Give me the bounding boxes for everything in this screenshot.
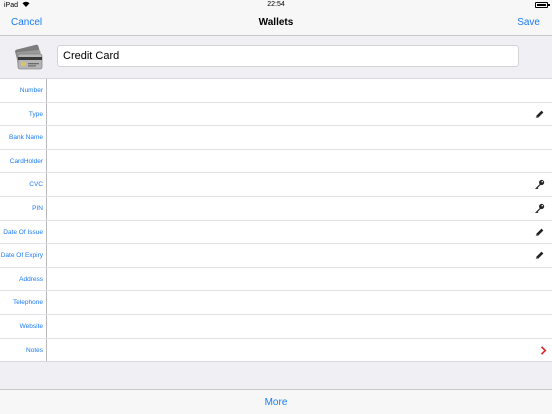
telephone-label: Telephone (13, 299, 43, 307)
bottom-toolbar: More (0, 389, 552, 414)
notes-label: Notes (26, 346, 43, 354)
wallet-name-input[interactable] (57, 45, 519, 67)
page-title: Wallets (258, 17, 294, 28)
pencil-icon[interactable] (533, 226, 545, 239)
pin-field[interactable] (48, 199, 532, 220)
cancel-button[interactable]: Cancel (11, 17, 42, 28)
website-label: Website (19, 323, 43, 331)
date-of-expiry-field[interactable] (48, 246, 532, 268)
form-row-cardholder: CardHolder (0, 150, 552, 174)
address-field[interactable] (48, 269, 532, 291)
wallet-form: Number Type Bank Name CardHolder CVC PIN (0, 78, 552, 362)
battery-icon (535, 2, 550, 8)
key-icon[interactable] (533, 178, 545, 191)
pencil-icon[interactable] (533, 108, 545, 121)
form-row-number: Number (0, 79, 552, 103)
website-field[interactable] (48, 317, 532, 338)
form-row-date-of-issue: Date Of Issue (0, 221, 552, 245)
form-row-bank-name: Bank Name (0, 126, 552, 150)
form-row-notes[interactable]: Notes (0, 339, 552, 363)
cvc-field[interactable] (48, 175, 532, 197)
form-row-telephone: Telephone (0, 291, 552, 315)
form-row-cvc: CVC (0, 173, 552, 197)
form-row-address: Address (0, 268, 552, 292)
notes-field[interactable] (48, 340, 532, 362)
pencil-icon[interactable] (533, 249, 545, 262)
bank-name-label: Bank Name (9, 134, 43, 142)
address-label: Address (19, 275, 43, 283)
date-of-issue-field[interactable] (48, 222, 532, 244)
navigation-bar: Cancel Wallets Save (0, 11, 552, 36)
date-of-expiry-label: Date Of Expiry (0, 252, 43, 260)
more-button[interactable]: More (0, 397, 552, 408)
cvc-label: CVC (29, 181, 43, 189)
form-row-website: Website (0, 315, 552, 339)
status-bar: iPad 22:54 (0, 0, 552, 11)
form-row-type: Type (0, 103, 552, 127)
form-row-date-of-expiry: Date Of Expiry (0, 244, 552, 268)
pin-label: PIN (32, 205, 43, 213)
bank-name-field[interactable] (48, 128, 532, 150)
form-row-pin: PIN (0, 197, 552, 221)
save-button[interactable]: Save (517, 17, 540, 28)
cardholder-field[interactable] (48, 151, 532, 173)
chevron-right-icon[interactable] (537, 344, 549, 357)
key-icon[interactable] (533, 202, 545, 215)
telephone-field[interactable] (48, 293, 532, 315)
cardholder-label: CardHolder (9, 157, 43, 165)
date-of-issue-label: Date Of Issue (3, 228, 43, 236)
type-field[interactable] (48, 104, 532, 126)
type-label: Type (28, 110, 43, 118)
wallet-header (0, 36, 552, 78)
status-time: 22:54 (267, 1, 285, 8)
credit-card-stack-icon[interactable] (13, 42, 45, 74)
number-label: Number (19, 87, 43, 95)
number-field[interactable] (48, 81, 532, 102)
